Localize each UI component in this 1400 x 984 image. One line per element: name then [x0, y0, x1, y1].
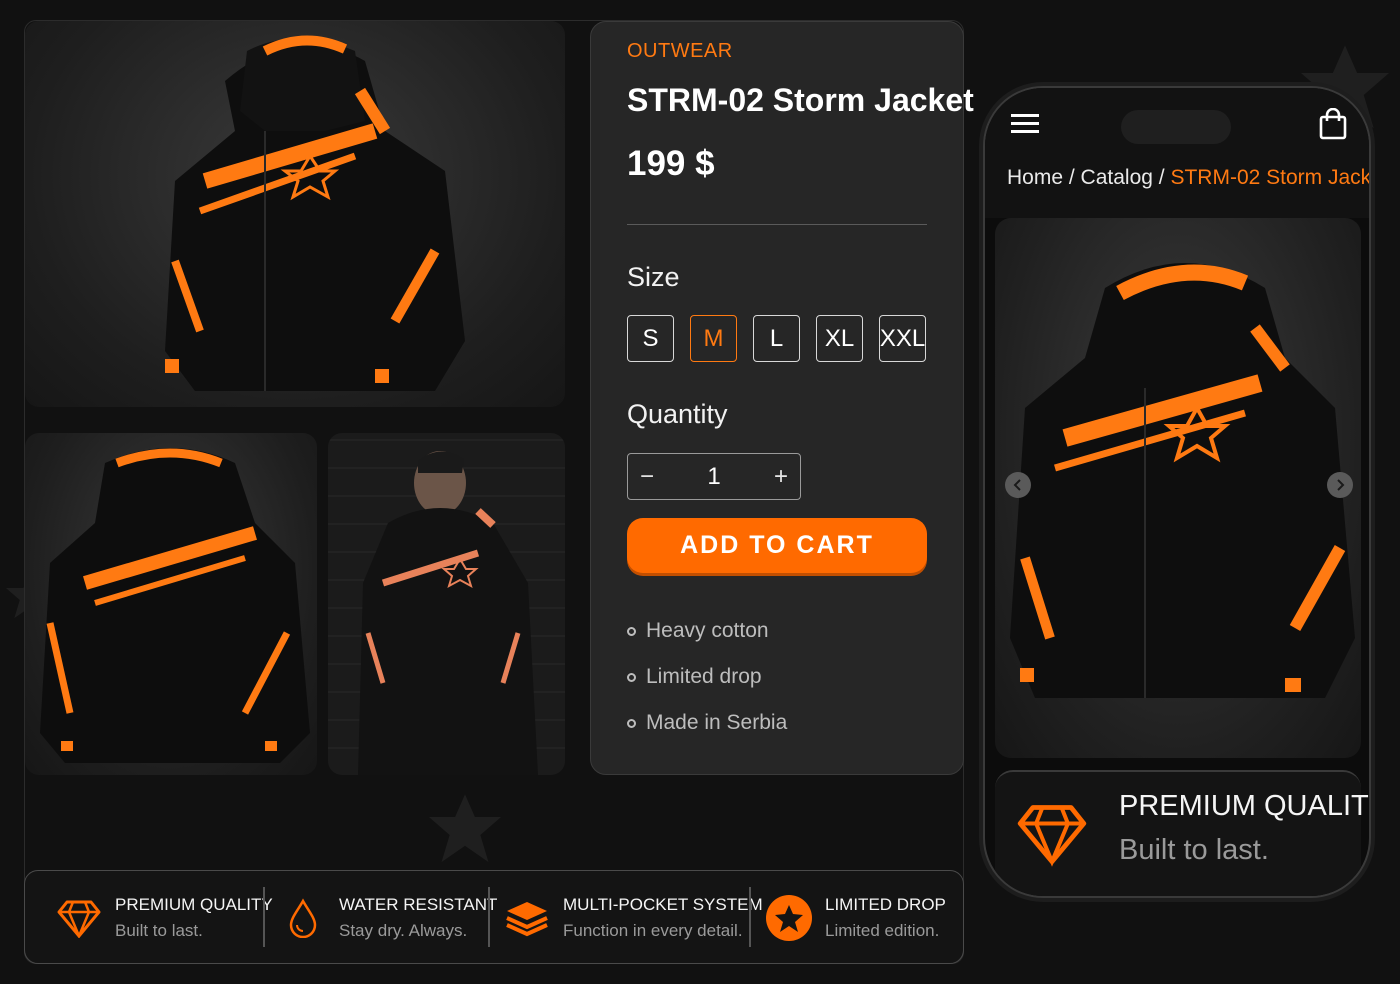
- size-option-m-selected[interactable]: M: [690, 315, 737, 362]
- size-option-l[interactable]: L: [753, 315, 800, 362]
- feature-text: Heavy cotton: [646, 619, 769, 642]
- bullet-icon: [627, 672, 636, 682]
- product-details-panel: OUTWEAR STRM-02 Storm Jacket 199 $ Size …: [590, 21, 974, 775]
- feature-title: MULTI-POCKET SYSTEM: [563, 895, 763, 914]
- hamburger-menu-icon[interactable]: [1011, 112, 1039, 136]
- bullet-icon: [627, 626, 636, 636]
- chevron-left-icon: [1013, 479, 1021, 491]
- breadcrumb-current: STRM-02 Storm Jacket: [1170, 166, 1371, 189]
- quantity-value[interactable]: 1: [707, 463, 720, 491]
- carousel-prev-button[interactable]: [1005, 472, 1031, 498]
- feature-title: LIMITED DROP: [825, 895, 946, 914]
- size-option-xl[interactable]: XL: [816, 315, 863, 362]
- divider: [627, 224, 927, 225]
- divider: [749, 887, 751, 947]
- breadcrumb-separator: /: [1063, 166, 1081, 189]
- product-title: STRM-02 Storm Jacket: [627, 82, 974, 118]
- jacket-front-illustration: [1010, 263, 1355, 698]
- quantity-stepper: − 1 +: [627, 453, 801, 500]
- breadcrumb-catalog-link[interactable]: Catalog: [1081, 166, 1153, 189]
- water-drop-icon: [279, 894, 327, 942]
- list-item: Made in Serbia: [627, 700, 787, 746]
- feature-subtitle: Built to last.: [115, 921, 203, 940]
- size-selector: S M L XL XXL: [627, 315, 926, 362]
- feature-title: WATER RESISTANT: [339, 895, 498, 914]
- increase-quantity-button[interactable]: +: [774, 463, 788, 491]
- feature-limited-drop: LIMITED DROP Limited edition.: [765, 871, 946, 965]
- feature-text: Limited drop: [646, 665, 762, 688]
- bullet-icon: [627, 718, 636, 728]
- feature-subtitle: Stay dry. Always.: [339, 921, 468, 940]
- breadcrumb: Home / Catalog / STRM-02 Storm Jacket: [1007, 166, 1371, 190]
- product-price: 199 $: [627, 144, 715, 183]
- breadcrumb-separator: /: [1152, 166, 1171, 189]
- chevron-right-icon: [1337, 479, 1345, 491]
- product-category: OUTWEAR: [627, 40, 733, 62]
- shopping-bag-icon[interactable]: [1319, 108, 1347, 140]
- size-option-xxl[interactable]: XXL: [879, 315, 926, 362]
- phone-notch: [1121, 110, 1231, 144]
- mobile-preview-phone: Home / Catalog / STRM-02 Storm Jacket PR…: [983, 86, 1371, 898]
- mobile-product-image[interactable]: [995, 218, 1361, 758]
- feature-text: Made in Serbia: [646, 711, 788, 734]
- jacket-front-illustration: [165, 35, 465, 391]
- layers-icon: [503, 894, 551, 942]
- divider: [263, 887, 265, 947]
- model-wearing-jacket-illustration: [358, 451, 538, 775]
- feature-multi-pocket-system: MULTI-POCKET SYSTEM Function in every de…: [503, 871, 763, 965]
- product-features-list: Heavy cotton Limited drop Made in Serbia: [627, 608, 787, 746]
- star-badge-icon: [765, 894, 813, 942]
- breadcrumb-home-link[interactable]: Home: [1007, 166, 1063, 189]
- size-label: Size: [627, 262, 680, 292]
- diamond-icon: [1017, 805, 1087, 867]
- jacket-back-illustration: [40, 448, 310, 763]
- carousel-next-button[interactable]: [1327, 472, 1353, 498]
- product-image-model[interactable]: [328, 433, 565, 775]
- feature-bar: PREMIUM QUALITY Built to last. WATER RES…: [24, 870, 964, 964]
- feature-water-resistant: WATER RESISTANT Stay dry. Always.: [279, 871, 497, 965]
- divider: [488, 887, 490, 947]
- mobile-feature-card: PREMIUM QUALITY Built to last.: [995, 770, 1369, 896]
- feature-premium-quality: PREMIUM QUALITY Built to last.: [55, 871, 273, 965]
- product-image-front[interactable]: [25, 21, 565, 407]
- feature-subtitle: Limited edition.: [825, 921, 940, 940]
- feature-subtitle: Built to last.: [1119, 834, 1269, 866]
- feature-title: PREMIUM QUALITY: [1119, 790, 1371, 822]
- feature-subtitle: Function in every detail.: [563, 921, 743, 940]
- product-image-back[interactable]: [25, 433, 317, 775]
- add-to-cart-button[interactable]: ADD TO CART: [627, 518, 927, 573]
- mobile-header: [985, 88, 1369, 218]
- quantity-label: Quantity: [627, 399, 728, 429]
- list-item: Limited drop: [627, 654, 787, 700]
- size-option-s[interactable]: S: [627, 315, 674, 362]
- feature-title: PREMIUM QUALITY: [115, 895, 273, 914]
- diamond-icon: [55, 894, 103, 942]
- decrease-quantity-button[interactable]: −: [640, 463, 654, 491]
- list-item: Heavy cotton: [627, 608, 787, 654]
